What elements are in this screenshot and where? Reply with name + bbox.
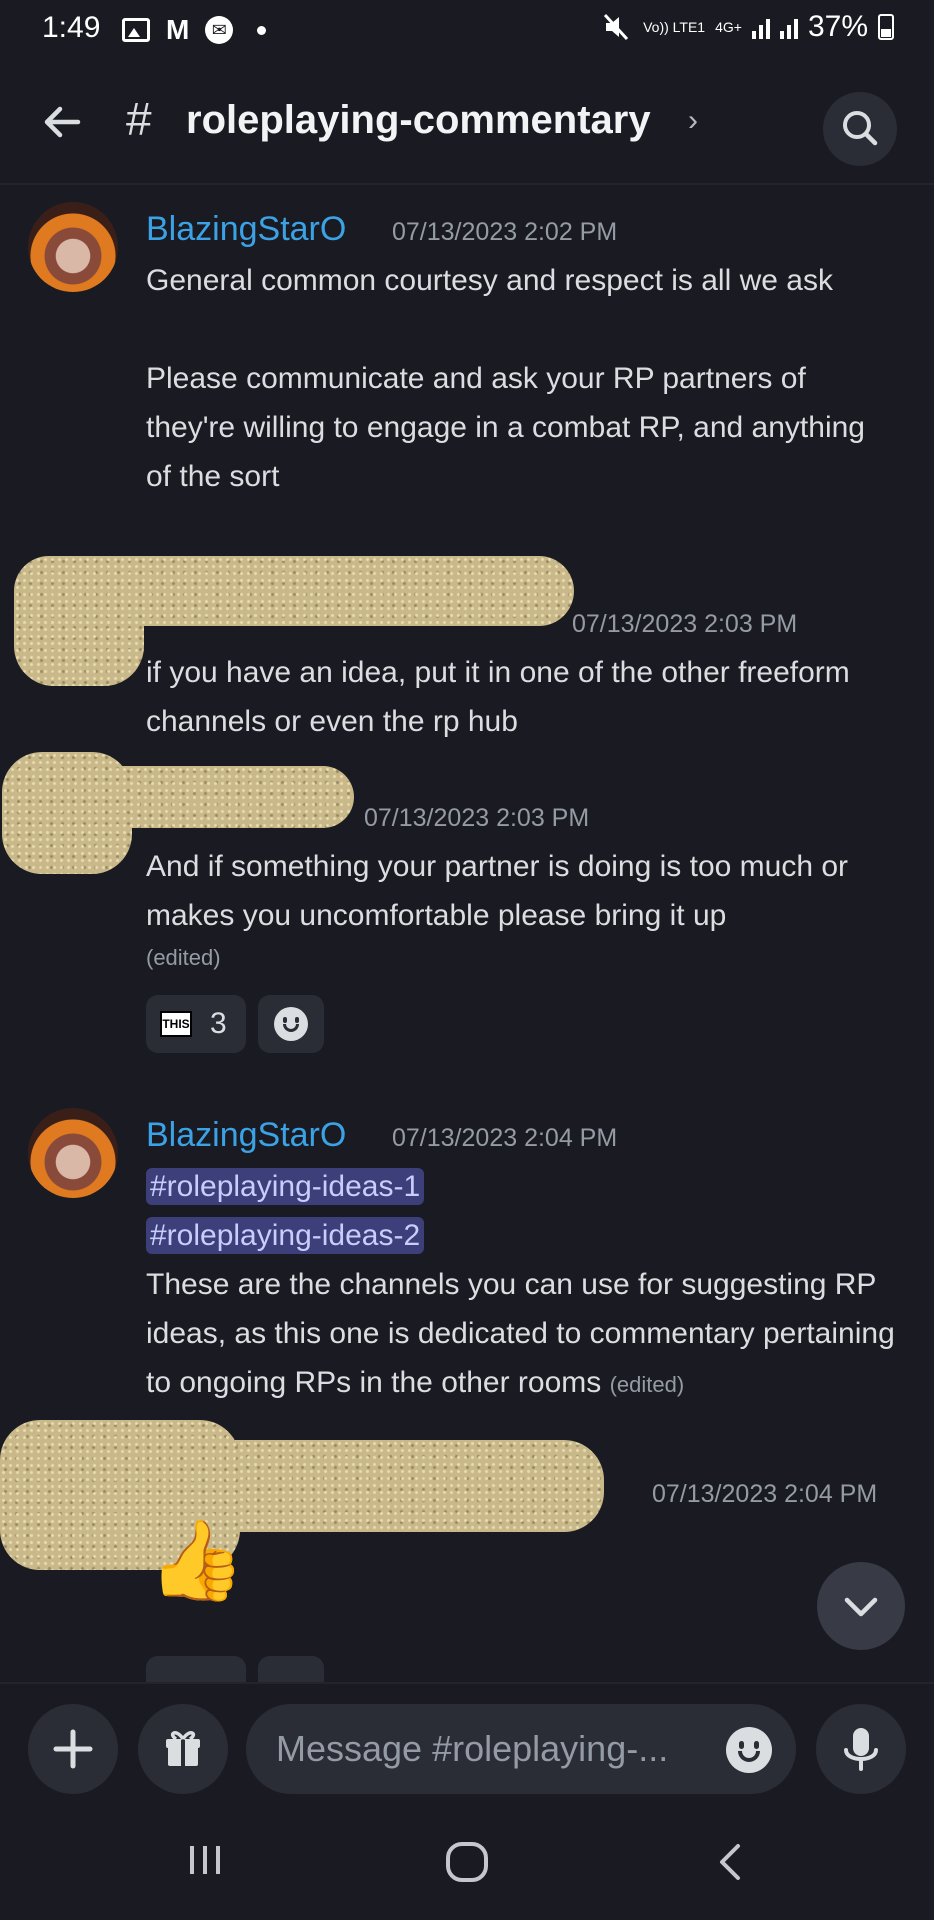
search-icon [843,111,878,146]
chevron-right-icon[interactable]: › [688,104,698,138]
channel-header: # roleplaying-commentary › [0,70,934,180]
status-time: 1:49 [42,11,101,44]
back-nav-icon[interactable] [710,1840,750,1884]
message-timestamp: 07/13/2023 2:04 PM [652,1480,878,1508]
notification-icons: M ✉ [122,14,267,46]
gmail-icon: M [166,14,190,45]
home-icon[interactable] [440,1840,494,1884]
thumbs-up-emoji: 👍 [148,1516,246,1604]
message-body: General common courtesy and respect is a… [146,256,886,501]
message-body: if you have an idea, put it in one of th… [146,656,850,738]
more-notifications-dot [257,25,267,35]
gallery-icon [122,18,150,42]
gift-icon [166,1731,200,1766]
message-author[interactable]: BlazingStarO [146,1116,346,1155]
message-timestamp: 07/13/2023 2:03 PM [364,804,590,832]
messenger-icon: ✉ [205,16,234,44]
recent-apps-icon[interactable] [180,1840,230,1880]
chevron-down-icon [844,1597,878,1617]
jump-to-bottom-button[interactable] [817,1562,905,1650]
message-author[interactable]: BlazingStarO [146,210,346,249]
message-text: And if something your partner is doing i… [146,850,849,932]
volte-label: Vo)) LTE1 [643,19,706,35]
network-type-label: 4G+ [715,19,742,35]
message-paragraph: General common courtesy and respect is a… [146,264,833,297]
mute-icon [603,13,629,41]
emoji-button[interactable] [726,1727,772,1773]
redacted-avatar [2,752,132,874]
battery-icon [878,14,894,40]
avatar[interactable] [28,202,118,292]
search-button[interactable] [823,92,897,166]
message-timestamp: 07/13/2023 2:04 PM [392,1124,618,1152]
message-composer: Message #roleplaying-... [0,1682,934,1794]
back-arrow-icon[interactable] [38,98,86,146]
plus-icon [53,1729,93,1769]
message-body: And if something your partner is doing i… [146,842,906,940]
redacted-avatar [14,556,144,686]
channel-mention[interactable]: #roleplaying-ideas-1 [146,1168,425,1205]
message-body: #roleplaying-ideas-1 #roleplaying-ideas-… [146,1162,916,1409]
edited-label: (edited) [146,945,221,970]
message-paragraph: Please communicate and ask your RP partn… [146,362,865,493]
battery-percent: 37% [807,10,868,43]
add-reaction-icon [274,1007,308,1041]
channel-title[interactable]: roleplaying-commentary [186,98,651,143]
header-divider [0,183,934,185]
reaction-count: 3 [210,1007,227,1040]
voice-message-button[interactable] [816,1704,906,1794]
message-timestamp: 07/13/2023 2:02 PM [392,218,618,246]
system-icons: Vo)) LTE1 4G+ 37% [603,10,894,44]
add-reaction-button[interactable] [258,995,324,1053]
reaction-this[interactable]: THIS 3 [146,995,246,1053]
signal-icon [751,15,770,39]
status-bar: 1:49 M ✉ Vo)) LTE1 4G+ 37% [0,0,934,60]
system-nav-bar [0,1800,934,1920]
avatar[interactable] [28,1108,118,1198]
gift-button[interactable] [138,1704,228,1794]
message-text: These are the channels you can use for s… [146,1268,895,1399]
message-input-placeholder: Message #roleplaying-... [276,1728,669,1769]
signal-icon-2 [779,15,798,39]
channel-hash-icon: # [126,93,152,145]
microphone-icon [844,1728,878,1771]
edited-label: (edited) [609,1372,685,1397]
attach-button[interactable] [28,1704,118,1794]
this-emoji-icon: THIS [160,1011,192,1037]
message-timestamp: 07/13/2023 2:03 PM [572,610,798,638]
channel-mention[interactable]: #roleplaying-ideas-2 [146,1217,425,1254]
